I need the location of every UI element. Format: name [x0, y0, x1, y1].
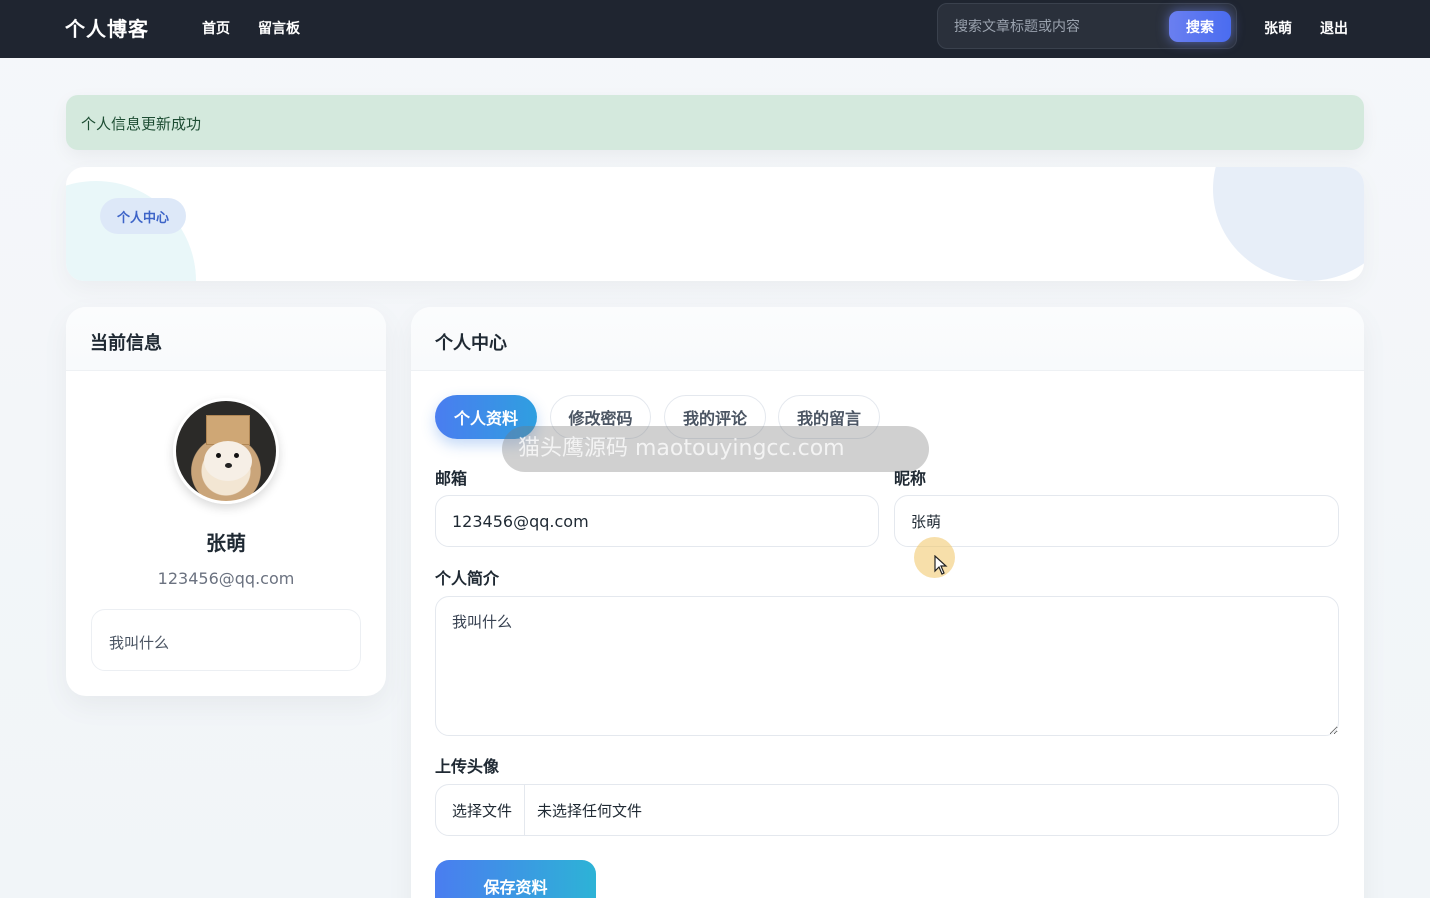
save-profile-button[interactable]: 保存资料 — [435, 860, 596, 898]
bio-textarea[interactable]: 我叫什么 — [435, 596, 1339, 736]
avatar-file-input[interactable]: 选择文件 未选择任何文件 — [435, 784, 1339, 836]
brand-logo[interactable]: 个人博客 — [65, 13, 149, 42]
avatar — [173, 398, 279, 504]
avatar-face-icon — [204, 441, 252, 481]
avatar-eye-icon — [216, 453, 221, 458]
mouse-cursor-icon — [934, 555, 948, 575]
profile-name: 张萌 — [206, 531, 246, 555]
search-box: 搜索 — [937, 3, 1237, 49]
decorative-blob-right — [1213, 167, 1364, 281]
email-field[interactable] — [435, 495, 879, 547]
top-navbar: 个人博客 首页 留言板 搜索 张萌 退出 — [0, 0, 1430, 58]
avatar-nose-icon — [225, 463, 232, 468]
profile-bio: 我叫什么 — [91, 609, 361, 671]
current-info-card: 当前信息 张萌 123456@qq.com 我叫什么 — [66, 307, 386, 696]
success-alert: 个人信息更新成功 — [66, 95, 1364, 150]
profile-center-card: 个人中心 个人资料 修改密码 我的评论 我的留言 猫头鹰源码 maotouyin… — [411, 307, 1364, 898]
choose-file-button[interactable]: 选择文件 — [436, 785, 526, 835]
logout-link[interactable]: 退出 — [1320, 18, 1348, 38]
nav-user-link[interactable]: 张萌 — [1264, 18, 1292, 38]
hero-badge: 个人中心 — [100, 198, 186, 234]
hero-banner: 个人中心 — [66, 167, 1364, 281]
nickname-label: 昵称 — [894, 469, 927, 488]
search-button[interactable]: 搜索 — [1169, 11, 1231, 42]
search-input[interactable] — [954, 17, 1154, 37]
avatar-eye-icon — [234, 453, 239, 458]
avatar-upload-label: 上传头像 — [435, 757, 500, 776]
current-info-title: 当前信息 — [66, 307, 386, 371]
profile-center-title: 个人中心 — [411, 307, 1364, 371]
watermark-overlay: 猫头鹰源码 maotouyingcc.com — [502, 426, 929, 472]
bio-label: 个人简介 — [435, 569, 500, 588]
profile-email: 123456@qq.com — [157, 569, 295, 588]
nav-link-home[interactable]: 首页 — [202, 18, 230, 38]
nav-link-message-board[interactable]: 留言板 — [258, 18, 300, 38]
email-label: 邮箱 — [435, 469, 468, 488]
nickname-field[interactable] — [894, 495, 1339, 547]
file-status: 未选择任何文件 — [537, 801, 643, 820]
